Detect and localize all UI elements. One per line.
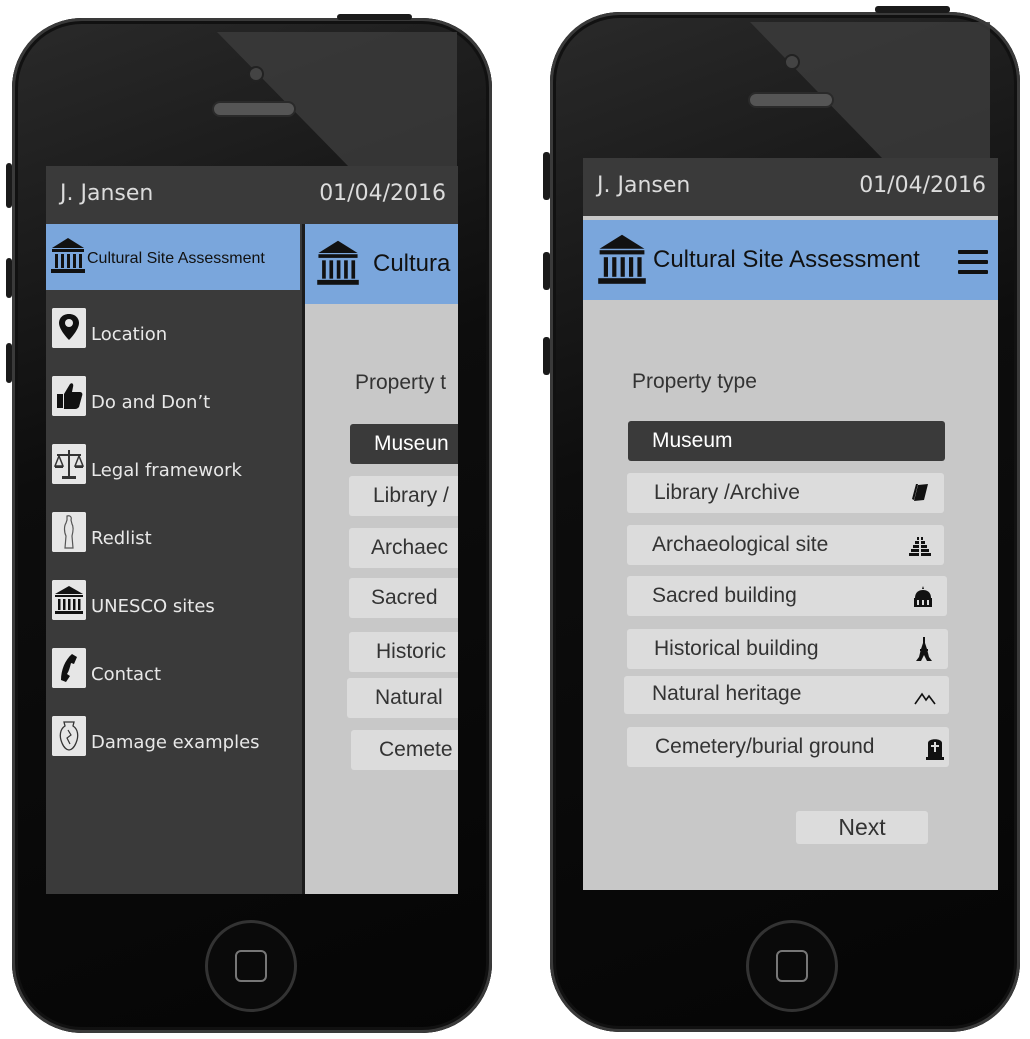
option-label: Museum: [652, 429, 733, 452]
option-label: Sacred building: [652, 584, 797, 607]
menu-label-location: Location: [91, 324, 168, 345]
status-bar: J. Jansen 01/04/2016: [46, 166, 458, 224]
volume-down-button: [6, 343, 12, 383]
location-pin-icon: [52, 308, 86, 348]
eiffel-tower-icon: [916, 637, 932, 661]
option-label: Natural: [375, 686, 443, 709]
temple-icon: [51, 238, 85, 273]
option-library-archive[interactable]: Library /: [349, 476, 458, 516]
status-date: 01/04/2016: [319, 181, 446, 206]
temple-icon: [317, 240, 359, 285]
option-natural-heritage[interactable]: Natural heritage: [624, 676, 949, 714]
option-historical-building[interactable]: Historic: [349, 632, 458, 672]
option-label: Museun: [374, 432, 449, 455]
thumbs-up-icon: [52, 376, 86, 416]
power-button: [875, 6, 950, 13]
option-natural-heritage[interactable]: Natural: [347, 678, 458, 718]
app-title: Cultura: [373, 250, 451, 277]
home-button[interactable]: [205, 920, 297, 1012]
option-sacred-building[interactable]: Sacred: [349, 578, 458, 618]
menu-item-legal-framework[interactable]: Legal framework: [52, 444, 292, 488]
option-label: Historical building: [654, 637, 819, 660]
right-phone-screen: J. Jansen 01/04/2016 Cultural Site Asses…: [583, 158, 998, 890]
broken-vase-icon: [52, 716, 86, 756]
option-label: Historic: [376, 640, 447, 663]
option-library-archive[interactable]: Library /Archive: [627, 473, 944, 513]
menu-label-do-and-dont: Do and Don’t: [91, 392, 211, 413]
pyramid-icon: [909, 537, 931, 556]
menu-item-do-and-dont[interactable]: Do and Don’t: [52, 376, 292, 420]
book-icon: [912, 484, 928, 501]
mountains-icon: [914, 692, 936, 705]
menu-label-contact: Contact: [91, 664, 162, 685]
app-header: Cultura: [305, 224, 458, 304]
app-header: Cultural Site Assessment: [583, 220, 998, 300]
mute-switch: [6, 163, 12, 208]
option-label: Sacred: [371, 586, 438, 609]
drawer-title: Cultural Site Assessment: [87, 250, 265, 267]
option-historical-building[interactable]: Historical building: [627, 629, 948, 669]
user-name: J. Jansen: [60, 181, 154, 206]
underlying-screen-peek: Cultura Property t Museun Library / Arch…: [305, 224, 458, 894]
option-label: Cemetery/burial ground: [655, 735, 875, 758]
app-title: Cultural Site Assessment: [653, 246, 920, 273]
earpiece-speaker: [748, 92, 834, 108]
next-button[interactable]: Next: [796, 811, 928, 844]
menu-item-redlist[interactable]: Redlist: [52, 512, 292, 556]
front-camera: [248, 66, 264, 82]
menu-label-legal-framework: Legal framework: [91, 460, 242, 481]
option-cemetery[interactable]: Cemetery/burial ground: [627, 727, 949, 767]
menu-item-unesco-sites[interactable]: UNESCO sites: [52, 580, 292, 624]
mosque-icon: [914, 586, 932, 607]
left-phone-screen: J. Jansen 01/04/2016 Cultural Site Asses…: [46, 166, 458, 894]
property-type-label: Property type: [632, 370, 757, 393]
option-label: Archaeological site: [652, 533, 829, 556]
option-archaeological-site[interactable]: Archaec: [349, 528, 458, 568]
hamburger-menu-icon[interactable]: [958, 250, 988, 274]
menu-label-unesco-sites: UNESCO sites: [91, 596, 215, 617]
menu-label-damage-examples: Damage examples: [91, 732, 260, 753]
option-label: Library /Archive: [654, 481, 800, 504]
option-archaeological-site[interactable]: Archaeological site: [627, 525, 944, 565]
property-type-label: Property t: [355, 371, 447, 394]
option-label: Cemete: [379, 738, 453, 761]
menu-item-location[interactable]: Location: [52, 308, 292, 352]
temple-icon: [52, 580, 86, 620]
phone-icon: [52, 648, 86, 688]
menu-label-redlist: Redlist: [91, 528, 152, 549]
menu-item-damage-examples[interactable]: Damage examples: [52, 716, 292, 760]
option-label: Library /: [373, 484, 449, 507]
volume-up-button: [543, 252, 550, 290]
status-bar: J. Jansen 01/04/2016: [583, 158, 998, 216]
earpiece-speaker: [212, 101, 296, 117]
navigation-drawer: Cultural Site Assessment Location Do and…: [46, 224, 302, 894]
power-button: [337, 14, 412, 20]
scales-icon: [52, 444, 86, 484]
mute-switch: [543, 152, 550, 200]
home-button[interactable]: [746, 920, 838, 1012]
gravestone-icon: [926, 739, 944, 760]
user-name: J. Jansen: [597, 173, 691, 198]
volume-down-button: [543, 337, 550, 375]
option-sacred-building[interactable]: Sacred building: [627, 576, 947, 616]
screen-glare: [217, 32, 457, 167]
temple-icon: [598, 234, 646, 284]
statue-icon: [52, 512, 86, 552]
option-label: Archaec: [371, 536, 449, 559]
front-camera: [784, 54, 800, 70]
option-museum[interactable]: Museum: [628, 421, 945, 461]
option-museum[interactable]: Museun: [350, 424, 458, 464]
drawer-header[interactable]: Cultural Site Assessment: [46, 224, 300, 290]
status-date: 01/04/2016: [859, 173, 986, 198]
option-label: Natural heritage: [652, 682, 802, 705]
volume-up-button: [6, 258, 12, 298]
option-cemetery[interactable]: Cemete: [351, 730, 458, 770]
screen-glare: [750, 22, 990, 158]
menu-item-contact[interactable]: Contact: [52, 648, 292, 692]
